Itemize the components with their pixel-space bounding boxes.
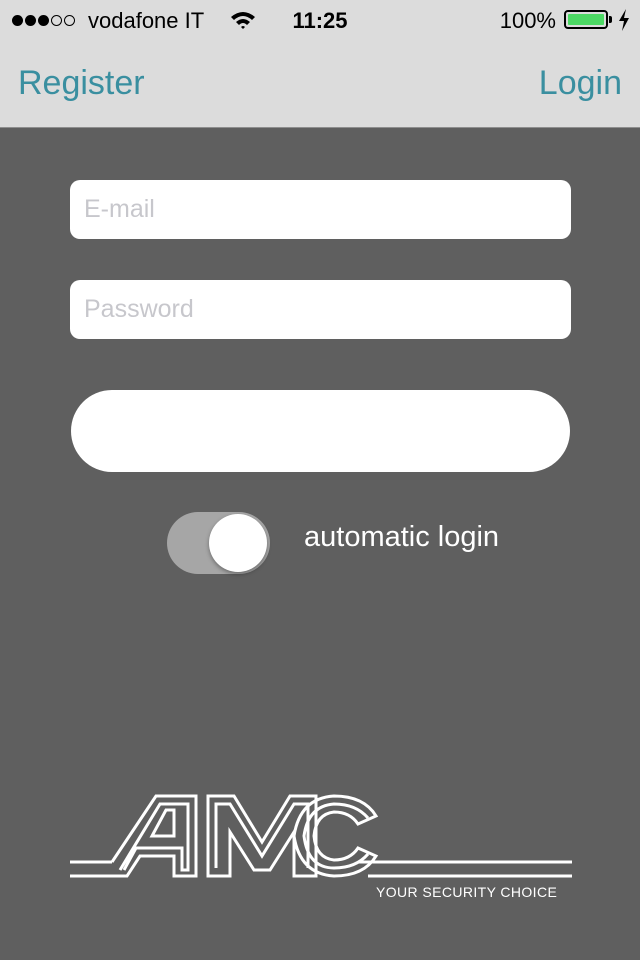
battery-tip <box>609 16 612 23</box>
amc-logo <box>70 794 572 878</box>
battery-icon <box>564 10 608 29</box>
password-field[interactable] <box>70 280 571 339</box>
status-bar: vodafone IT 11:25 100% <box>0 0 640 40</box>
automatic-login-toggle[interactable] <box>167 512 270 574</box>
email-field[interactable] <box>70 180 571 239</box>
battery-fill <box>568 14 604 25</box>
register-button[interactable]: Register <box>18 64 145 103</box>
automatic-login-label: automatic login <box>304 521 500 553</box>
top-bar: vodafone IT 11:25 100% Register Login <box>0 0 640 128</box>
toggle-knob <box>209 514 267 572</box>
charging-bolt-icon <box>619 9 629 31</box>
logo-tagline: YOUR SECURITY CHOICE <box>376 884 558 900</box>
battery-percent: 100% <box>499 8 556 33</box>
login-nav-button[interactable]: Login <box>539 64 622 103</box>
login-submit-button[interactable] <box>71 390 570 472</box>
